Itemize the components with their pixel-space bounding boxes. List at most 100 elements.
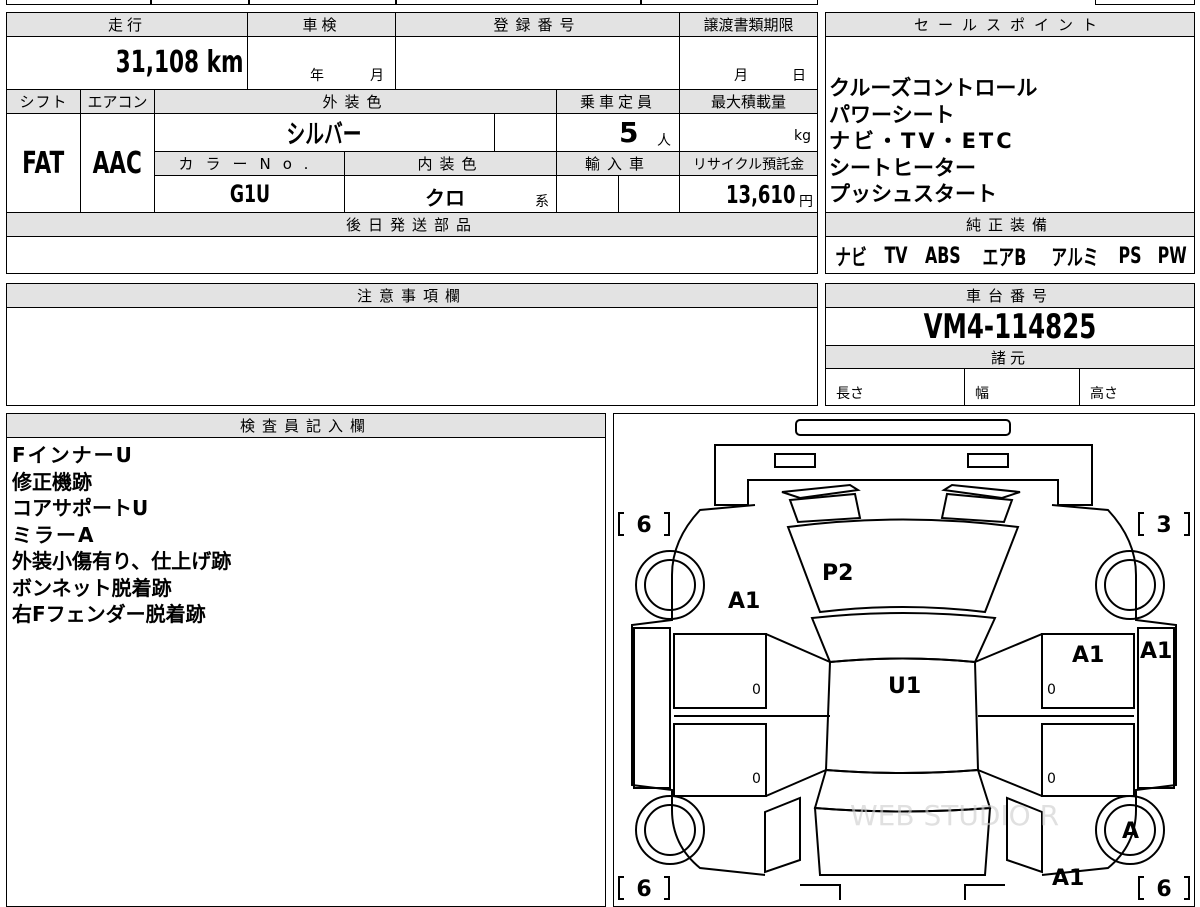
right-body-outline: [1041, 504, 1177, 876]
bracket-fr-close: [1184, 512, 1190, 536]
specs-height-cell: 高さ: [1079, 368, 1195, 406]
max-load-header: 最大積載量: [679, 89, 818, 114]
transfer-day-label: 日: [792, 68, 806, 84]
interior-color-suffix: 系: [535, 194, 549, 210]
registration-cell: [395, 36, 680, 90]
inspection-year-label: 年: [310, 68, 324, 84]
capacity-value: 5: [619, 116, 639, 149]
headlight-right-lower: [940, 492, 1014, 524]
genuine-equipment-list: ナビ TV ABS エアB アルミ PS PW: [826, 237, 1196, 275]
exterior-color-header: 外装色: [154, 89, 557, 114]
inspector-line: ミラーA: [12, 522, 96, 547]
mark-left-fender: A1: [728, 589, 760, 614]
import-header: 輸入車: [556, 151, 680, 176]
mark-right-fender: A1: [1072, 643, 1104, 668]
headlight-right: [941, 483, 1021, 500]
door-fl-value: 0: [752, 682, 761, 698]
recycle-cell: 13,610 円: [679, 175, 818, 213]
later-parts-cell: [6, 236, 818, 274]
headlight-left: [781, 483, 861, 500]
aircon-header: エアコン: [80, 89, 155, 114]
capacity-unit: 人: [657, 133, 671, 149]
inspector-line: 修正機跡: [12, 469, 92, 494]
later-parts-header: 後日発送部品: [6, 212, 818, 237]
interior-color-value: クロ: [425, 186, 465, 210]
aircon-cell: AAC: [80, 113, 155, 213]
exterior-color-cell: シルバー: [154, 113, 495, 152]
max-load-cell: kg: [679, 113, 818, 152]
inspector-line: 右Fフェンダー脱着跡: [12, 602, 206, 626]
mileage-header: 走行: [6, 12, 248, 37]
tire-front-right-label: 3: [1156, 513, 1171, 538]
specs-width-cell: 幅: [964, 368, 1080, 406]
genuine-equipment-header: 純正装備: [825, 212, 1195, 237]
rear-bumper-left: [800, 884, 841, 900]
recycle-unit: 円: [799, 194, 813, 210]
color-no-cell: G1U: [154, 175, 345, 213]
registration-header: 登録番号: [395, 12, 680, 37]
left-body-outline: [631, 504, 766, 876]
wheel-front-right: [1095, 550, 1165, 620]
specs-width-label: 幅: [975, 386, 989, 402]
capacity-cell: 5 人: [556, 113, 680, 152]
color-no-value: G1U: [229, 180, 270, 208]
color-no-header: カラーNo.: [154, 151, 345, 176]
door-rl-value: 0: [752, 771, 761, 787]
right-pillar-c: [977, 769, 1043, 797]
transfer-month-label: 月: [734, 68, 748, 84]
mark-rear-right: A1: [1052, 866, 1084, 891]
bracket-rl-open: [618, 876, 624, 900]
capacity-header: 乗車定員: [556, 89, 680, 114]
front-lamp-left: [774, 453, 816, 468]
front-bumper-shape: [714, 444, 1093, 506]
front-lamp-right: [967, 453, 1009, 468]
equipment-alloy: アルミ: [1050, 246, 1099, 271]
wheel-rear-left: [635, 795, 705, 865]
exterior-color-value: シルバー: [287, 120, 362, 150]
wheel-front-left: [635, 550, 705, 620]
bracket-fl-close: [664, 512, 670, 536]
bracket-rr-open: [1138, 876, 1144, 900]
rear-left-quarter: [764, 796, 801, 874]
mileage-cell: 31,108 km: [6, 36, 248, 90]
mark-hood: P2: [822, 561, 853, 586]
watermark: WEB STUDIO R: [850, 799, 1059, 832]
sales-points-header: セールスポイント: [825, 12, 1195, 37]
specs-length-cell: 長さ: [825, 368, 965, 406]
sales-point-item: シートヒーター: [829, 155, 976, 180]
equipment-pw: PW: [1157, 243, 1188, 269]
specs-length-label: 長さ: [836, 386, 864, 402]
car-diagram-frame: 6 3 6 6 P2 A1 A1 A1 U1 A A1 0 0 0 0 WEB …: [613, 413, 1195, 907]
mark-rear-right-wheel: A: [1122, 819, 1139, 844]
inspection-header: 車検: [247, 12, 396, 37]
interior-color-cell: クロ 系: [344, 175, 557, 213]
equipment-ps: PS: [1118, 243, 1142, 269]
rear-bumper-right: [964, 884, 1005, 900]
genuine-equipment-box: ナビ TV ABS エアB アルミ PS PW: [825, 236, 1195, 274]
recycle-value: 13,610: [725, 180, 795, 209]
door-rr-value: 0: [1047, 771, 1056, 787]
notes-box: [6, 307, 818, 406]
recycle-header: リサイクル預託金: [679, 151, 818, 176]
specs-header: 諸元: [825, 345, 1195, 369]
inspector-line: 外装小傷有り、仕上げ跡: [12, 549, 232, 573]
inspection-month-label: 月: [370, 68, 384, 84]
mark-right-mirror: A1: [1140, 639, 1172, 664]
equipment-airbag: エアB: [982, 246, 1027, 271]
equipment-navi: ナビ: [835, 246, 868, 271]
shift-cell: FAT: [6, 113, 81, 213]
sales-point-item: プッシュスタート: [829, 182, 997, 206]
tire-rear-right-label: 6: [1156, 877, 1171, 902]
equipment-abs: ABS: [925, 243, 961, 269]
transfer-deadline-cell: 月 日: [679, 36, 818, 90]
chassis-value: VM4-114825: [923, 307, 1097, 346]
shift-value: FAT: [22, 145, 65, 181]
specs-height-label: 高さ: [1090, 386, 1118, 402]
mileage-unit: km: [206, 45, 243, 80]
top-cutoff-strip: [0, 0, 1200, 5]
mileage-value: 31,108: [115, 45, 199, 80]
inspector-line: コアサポートU: [12, 496, 149, 520]
equipment-tv: TV: [884, 243, 908, 269]
transfer-deadline-header: 譲渡書類期限: [679, 12, 818, 37]
aircon-value: AAC: [92, 145, 143, 181]
